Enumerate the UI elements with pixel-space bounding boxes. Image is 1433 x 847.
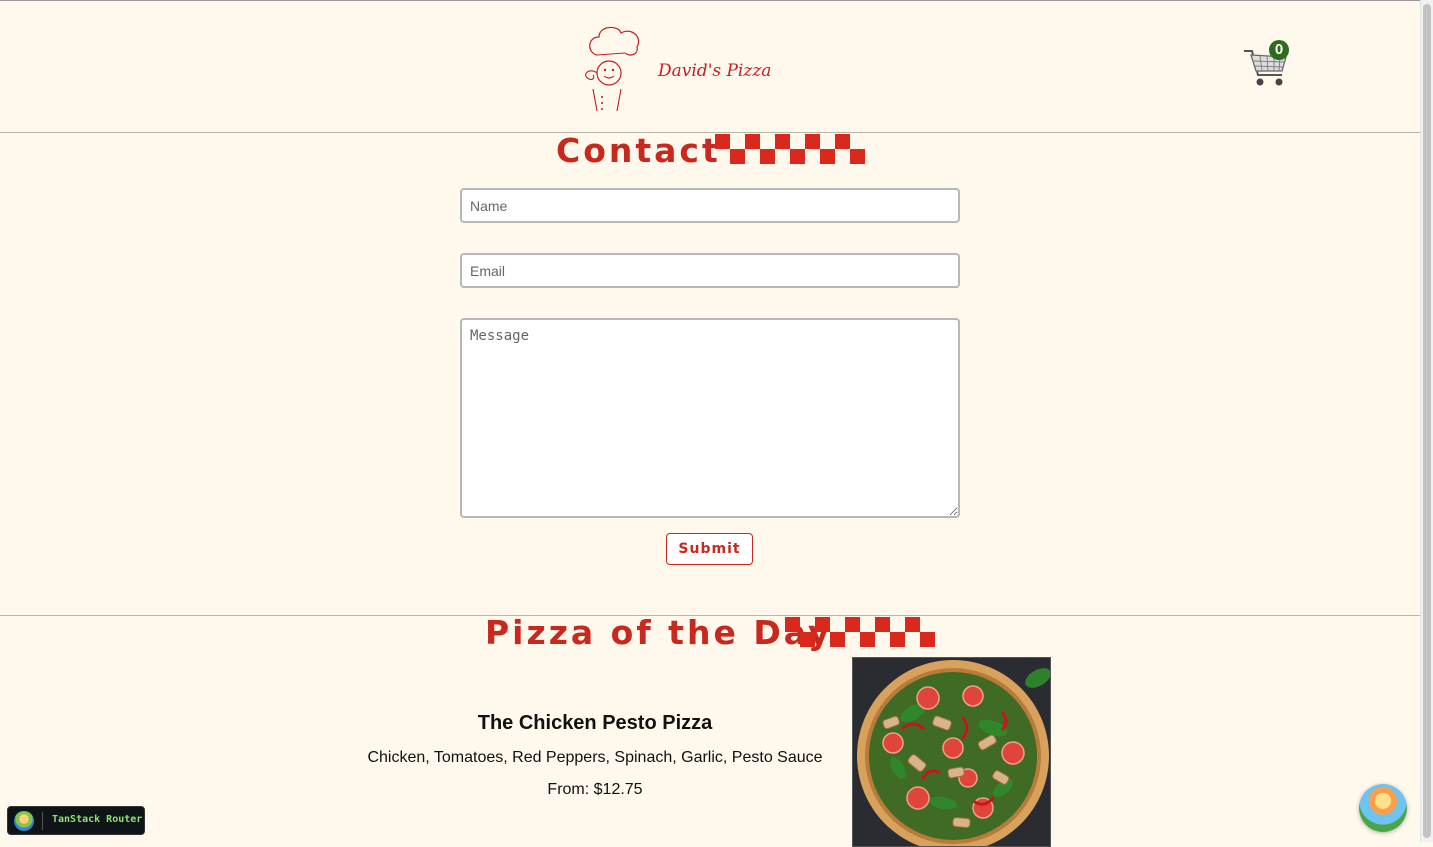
pizza-name: The Chicken Pesto Pizza	[477, 712, 713, 734]
separator	[42, 812, 43, 830]
tanstack-router-devtools-button[interactable]: TanStack Router	[7, 806, 145, 835]
submit-button[interactable]: Submit	[666, 533, 753, 565]
chef-logo-icon[interactable]	[575, 23, 647, 115]
pizza-of-the-day-heading: Pizza of the Day	[485, 613, 833, 652]
message-textarea[interactable]	[460, 318, 960, 518]
pizza-image	[852, 657, 1051, 847]
checkerboard-icon	[715, 134, 865, 164]
pizza-price: From: $12.75	[547, 781, 643, 798]
pizza-description: Chicken, Tomatoes, Red Peppers, Spinach,…	[367, 749, 823, 766]
contact-heading: Contact	[556, 131, 721, 170]
tanstack-logo-icon	[14, 811, 34, 831]
checkerboard-icon	[785, 617, 935, 647]
name-input[interactable]	[460, 188, 960, 223]
vertical-scrollbar[interactable]	[1420, 0, 1433, 842]
scrollbar-thumb[interactable]	[1423, 4, 1431, 838]
tanstack-router-label: TanStack Router	[52, 814, 143, 825]
site-header: David's Pizza 0	[0, 1, 1420, 133]
cart-count-badge: 0	[1269, 40, 1289, 60]
email-input[interactable]	[460, 253, 960, 288]
brand-name: David's Pizza	[658, 61, 772, 81]
query-devtools-icon[interactable]	[1359, 784, 1407, 832]
